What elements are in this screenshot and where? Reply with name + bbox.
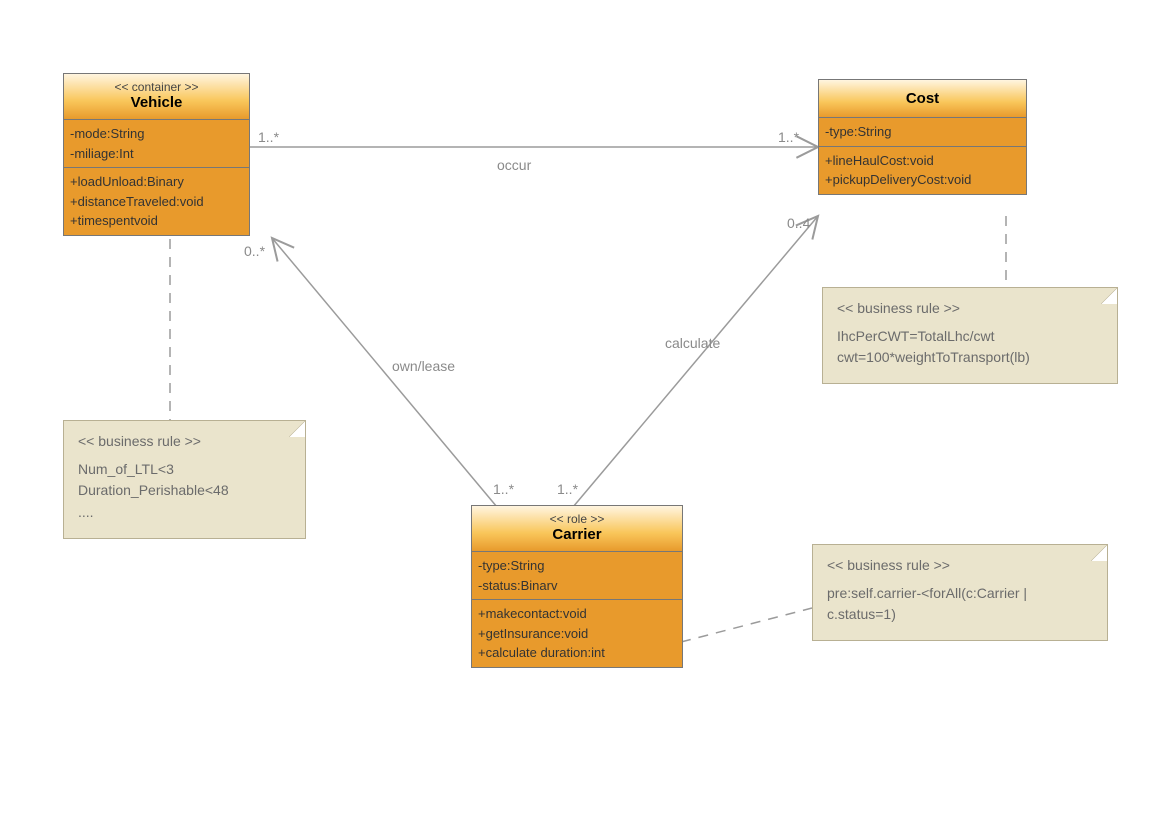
mult-cost-occur: 1..* [778,129,799,145]
attr-row: -mode:String [70,124,243,144]
oper-row: +pickupDeliveryCost:void [825,170,1020,190]
note-stereotype: << business rule >> [827,555,1093,577]
assoc-label-ownlease: own/lease [392,358,455,374]
note-stereotype: << business rule >> [837,298,1103,320]
class-cost: Cost -type:String +lineHaulCost:void +pi… [818,79,1027,195]
mult-vehicle-occur: 1..* [258,129,279,145]
class-vehicle-header: << container >> Vehicle [64,74,249,120]
vehicle-stereotype: << container >> [68,80,245,94]
attr-row: -type:String [825,122,1020,142]
assoc-label-calculate: calculate [665,335,720,351]
note-vehicle-rule: << business rule >> Num_of_LTL<3 Duratio… [63,420,306,539]
cost-name: Cost [819,80,1026,118]
attr-row: -miliage:Int [70,144,243,164]
note-line: c.status=1) [827,604,1093,626]
note-line: Num_of_LTL<3 [78,459,291,481]
oper-row: +timespentvoid [70,211,243,231]
carrier-name: Carrier [476,526,678,543]
carrier-attributes: -type:String -status:Binarv [472,552,682,599]
attr-row: -status:Binarv [478,576,676,596]
oper-row: +calculate duration:int [478,643,676,663]
uml-diagram-canvas: << container >> Vehicle -mode:String -mi… [0,0,1158,826]
attr-row: -type:String [478,556,676,576]
note-stereotype: << business rule >> [78,431,291,453]
cost-operations: +lineHaulCost:void +pickupDeliveryCost:v… [819,146,1026,194]
oper-row: +lineHaulCost:void [825,151,1020,171]
carrier-stereotype: << role >> [476,512,678,526]
vehicle-attributes: -mode:String -miliage:Int [64,120,249,167]
class-carrier-header: << role >> Carrier [472,506,682,552]
note-line: .... [78,502,291,524]
note-line: Duration_Perishable<48 [78,480,291,502]
note-line: cwt=100*weightToTransport(lb) [837,347,1103,369]
mult-carrier-calc: 1..* [557,481,578,497]
oper-row: +distanceTraveled:void [70,192,243,212]
oper-row: +makecontact:void [478,604,676,624]
oper-row: +loadUnload:Binary [70,172,243,192]
cost-attributes: -type:String [819,118,1026,146]
mult-carrier-own: 1..* [493,481,514,497]
note-cost-rule: << business rule >> IhcPerCWT=TotalLhc/c… [822,287,1118,384]
note-line: IhcPerCWT=TotalLhc/cwt [837,326,1103,348]
oper-row: +getInsurance:void [478,624,676,644]
note-line: pre:self.carrier-<forAll(c:Carrier | [827,583,1093,605]
carrier-operations: +makecontact:void +getInsurance:void +ca… [472,599,682,667]
vehicle-operations: +loadUnload:Binary +distanceTraveled:voi… [64,167,249,235]
mult-cost-calc: 0..4 [787,215,810,231]
assoc-label-occur: occur [497,157,531,173]
class-vehicle: << container >> Vehicle -mode:String -mi… [63,73,250,236]
class-carrier: << role >> Carrier -type:String -status:… [471,505,683,668]
note-carrier-rule: << business rule >> pre:self.carrier-<fo… [812,544,1108,641]
mult-vehicle-own: 0..* [244,243,265,259]
vehicle-name: Vehicle [68,94,245,111]
